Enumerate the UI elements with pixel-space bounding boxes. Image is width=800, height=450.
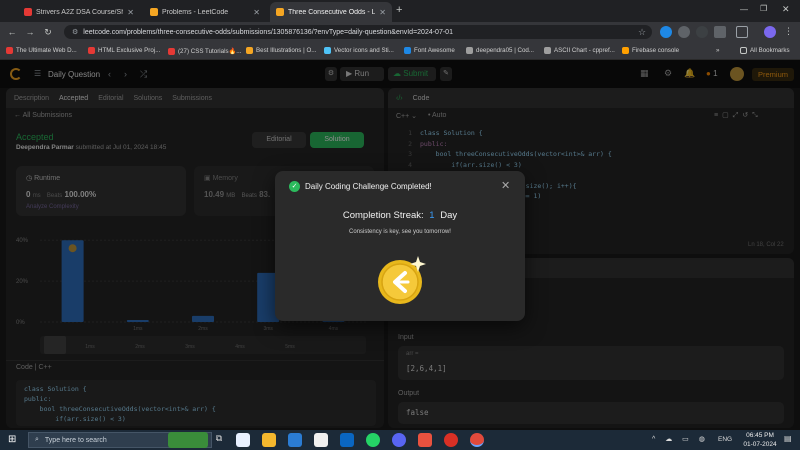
codechef-icon: [466, 47, 473, 54]
chatgpt-app-icon[interactable]: [236, 433, 250, 447]
bookmark-item[interactable]: Font Awesome: [404, 47, 455, 54]
youtube-icon: [168, 47, 175, 55]
bookmark-item[interactable]: The Ultimate Web D...: [6, 47, 77, 54]
bookmark-item[interactable]: Firebase console: [622, 47, 679, 54]
daily-challenge-modal: ✓ Daily Coding Challenge Completed! ✕ Co…: [275, 171, 525, 321]
font-awesome-icon: [404, 47, 411, 54]
tab-title: Strivers A2Z DSA Course/Sheet: [36, 8, 124, 16]
chrome-icon[interactable]: [444, 433, 458, 447]
modal-subtitle: Consistency is key, see you tomorrow!: [349, 229, 451, 235]
bookmark-label: (27) CSS Tutorials🔥...: [178, 48, 242, 55]
bookmark-label: ASCII Chart - cppref...: [554, 47, 615, 54]
bookmark-label: Firebase console: [632, 47, 680, 54]
folder-icon: [740, 47, 747, 54]
browser-tab-bar: Strivers A2Z DSA Course/Sheet ✕ Problems…: [0, 0, 800, 22]
bookmark-label: HTML Exclusive Proj...: [98, 47, 161, 54]
reload-icon[interactable]: ↻: [42, 26, 54, 38]
search-icon: ⌕: [35, 436, 39, 443]
illustration-icon: [246, 47, 253, 54]
notion-icon[interactable]: [314, 433, 328, 447]
youtube-icon: [88, 47, 95, 54]
bookmark-label: Best Illustrations | O...: [256, 47, 317, 54]
clock-time: 06:45 PM: [746, 432, 774, 439]
tab-title: Three Consecutive Odds - LeetCode: [288, 8, 376, 16]
extension-icon[interactable]: [678, 26, 690, 38]
minimize-icon[interactable]: —: [740, 5, 748, 14]
extension-icon[interactable]: [696, 26, 708, 38]
bookmark-item[interactable]: HTML Exclusive Proj...: [88, 47, 160, 54]
bookmark-item[interactable]: (27) CSS Tutorials🔥...: [168, 47, 241, 55]
bookmark-label: deependra05 | Cod...: [476, 47, 535, 54]
windows-start-icon[interactable]: ⊞: [8, 434, 16, 445]
notification-center-icon[interactable]: ▤: [784, 434, 792, 443]
more-bookmarks-icon[interactable]: »: [716, 47, 719, 54]
extension-icon[interactable]: [714, 26, 726, 38]
search-placeholder: Type here to search: [44, 436, 107, 444]
bookmark-item[interactable]: deependra05 | Cod...: [466, 47, 534, 54]
youtube-favicon-icon: [24, 8, 32, 16]
bookmark-label: The Ultimate Web D...: [16, 47, 77, 54]
streak-unit: Day: [440, 210, 458, 221]
chrome-active-icon[interactable]: [470, 433, 484, 447]
file-explorer-icon[interactable]: [262, 433, 276, 447]
menu-icon[interactable]: ⋮: [784, 26, 793, 37]
back-icon[interactable]: ←: [6, 26, 18, 38]
windows-taskbar: ⊞ ⌕ Type here to search ⧉ ^ ☁ ▭ ◍ ENG 06…: [0, 430, 800, 450]
new-tab-button[interactable]: +: [396, 4, 402, 16]
profile-avatar[interactable]: [764, 26, 776, 38]
url-bar[interactable]: ⚙ leetcode.com/problems/three-consecutiv…: [64, 25, 652, 39]
url-text: leetcode.com/problems/three-consecutive-…: [83, 28, 453, 36]
bookmark-item[interactable]: Best Illustrations | O...: [246, 47, 316, 54]
streak-value: 1: [429, 210, 435, 221]
streak-label: Completion Streak:: [342, 210, 424, 221]
clock-date: 01-07-2024: [743, 441, 777, 448]
side-panel-icon[interactable]: [736, 26, 748, 38]
bookmark-item[interactable]: Vector icons and Sti...: [324, 47, 394, 54]
extension-icon[interactable]: [660, 26, 672, 38]
cppreference-icon: [544, 47, 551, 54]
streak-line: Completion Streak: 1 Day: [275, 210, 525, 221]
linkedin-icon[interactable]: [340, 433, 354, 447]
close-window-icon[interactable]: ✕: [782, 4, 790, 15]
tab-three-consecutive-odds[interactable]: Three Consecutive Odds - LeetCode ✕: [270, 2, 392, 22]
close-tab-icon[interactable]: ✕: [127, 8, 134, 17]
bookmark-label: Vector icons and Sti...: [334, 47, 394, 54]
close-tab-icon[interactable]: ✕: [253, 8, 260, 17]
system-tray-icons[interactable]: ^ ☁ ▭ ◍: [652, 435, 709, 443]
all-bookmarks[interactable]: All Bookmarks: [740, 47, 790, 54]
check-circle-icon: ✓: [289, 181, 300, 192]
close-tab-icon[interactable]: ✕: [379, 8, 386, 17]
close-icon[interactable]: ✕: [501, 179, 510, 192]
bookmarks-bar: The Ultimate Web D... HTML Exclusive Pro…: [0, 42, 800, 60]
forward-icon[interactable]: →: [24, 26, 36, 38]
site-info-icon[interactable]: ⚙: [72, 28, 78, 36]
vscode-icon[interactable]: [288, 433, 302, 447]
modal-title: Daily Coding Challenge Completed!: [305, 182, 432, 191]
discord-icon[interactable]: [392, 433, 406, 447]
leetcode-favicon-icon: [150, 8, 158, 16]
task-view-icon[interactable]: ⧉: [212, 433, 226, 447]
clock[interactable]: 06:45 PM 01-07-2024: [740, 431, 780, 449]
tab-strivers[interactable]: Strivers A2Z DSA Course/Sheet ✕: [18, 2, 140, 22]
whatsapp-icon[interactable]: [366, 433, 380, 447]
language-indicator[interactable]: ENG: [718, 436, 732, 443]
leetcode-favicon-icon: [276, 8, 284, 16]
bookmark-star-icon[interactable]: ☆: [636, 26, 648, 38]
tab-problems[interactable]: Problems - LeetCode ✕: [144, 2, 266, 22]
tab-title: Problems - LeetCode: [162, 8, 229, 16]
app-icon[interactable]: [418, 433, 432, 447]
all-bookmarks-label: All Bookmarks: [750, 47, 790, 54]
weather-widget-icon[interactable]: [168, 432, 208, 448]
vector-icon: [324, 47, 331, 54]
bookmark-item[interactable]: ASCII Chart - cppref...: [544, 47, 615, 54]
firebase-icon: [622, 47, 629, 54]
maximize-icon[interactable]: ❐: [760, 4, 767, 13]
address-row: ← → ↻ ⚙ leetcode.com/problems/three-cons…: [0, 22, 800, 42]
youtube-icon: [6, 47, 13, 54]
bookmark-label: Font Awesome: [414, 47, 455, 54]
leetcode-coin-icon: [378, 256, 426, 304]
